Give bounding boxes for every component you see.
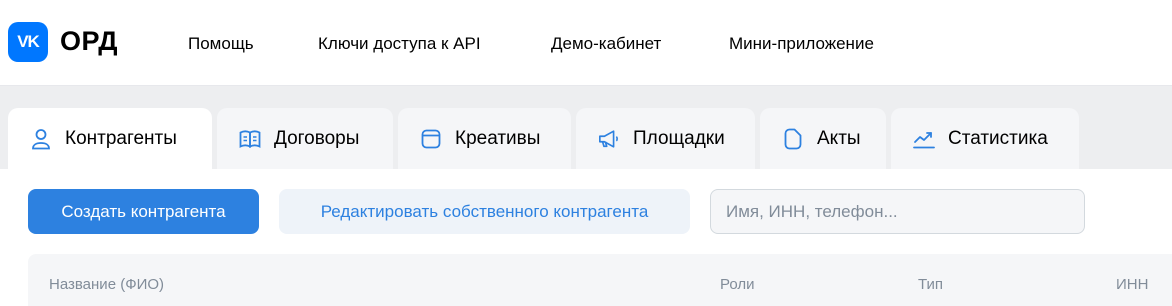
edit-own-counterparty-button[interactable]: Редактировать собственного контрагента: [279, 189, 690, 234]
chart-icon: [913, 128, 935, 150]
tab-creatives[interactable]: Креативы: [398, 108, 571, 170]
megaphone-icon: [598, 128, 620, 150]
create-counterparty-button[interactable]: Создать контрагента: [28, 189, 259, 234]
brand-title[interactable]: ОРД: [60, 26, 118, 57]
tab-acts[interactable]: Акты: [760, 108, 886, 170]
column-header-inn[interactable]: ИНН: [1116, 276, 1148, 293]
top-bar: VK ОРД Помощь Ключи доступа к API Демо-к…: [0, 0, 1172, 86]
column-header-type[interactable]: Тип: [918, 276, 943, 293]
table-header: Название (ФИО) Роли Тип ИНН: [28, 254, 1172, 306]
tab-platforms[interactable]: Площадки: [576, 108, 755, 170]
tab-label: Договоры: [274, 128, 360, 149]
user-icon: [30, 128, 52, 150]
tab-bar: Контрагенты Договоры Креативы Площадки А…: [0, 108, 1172, 170]
tab-label: Креативы: [455, 128, 541, 149]
search-input[interactable]: [710, 189, 1085, 234]
nav-mini-app[interactable]: Мини-приложение: [729, 34, 874, 54]
nav-help[interactable]: Помощь: [188, 34, 254, 54]
tab-label: Статистика: [948, 128, 1048, 149]
book-icon: [239, 128, 261, 150]
tab-statistics[interactable]: Статистика: [891, 108, 1079, 170]
tab-counterparties[interactable]: Контрагенты: [8, 108, 212, 170]
column-header-name[interactable]: Название (ФИО): [49, 276, 164, 293]
document-icon: [782, 128, 804, 150]
content-panel: Создать контрагента Редактировать собств…: [0, 169, 1172, 306]
vk-logo-text: VK: [17, 32, 40, 51]
tab-label: Контрагенты: [65, 128, 177, 149]
column-header-roles[interactable]: Роли: [720, 276, 755, 293]
tab-contracts[interactable]: Договоры: [217, 108, 393, 170]
window-icon: [420, 128, 442, 150]
tab-label: Площадки: [633, 128, 725, 149]
vk-logo[interactable]: VK: [8, 22, 48, 62]
nav-demo-cabinet[interactable]: Демо-кабинет: [551, 34, 661, 54]
tab-label: Акты: [817, 128, 861, 149]
nav-api-keys[interactable]: Ключи доступа к API: [318, 34, 481, 54]
